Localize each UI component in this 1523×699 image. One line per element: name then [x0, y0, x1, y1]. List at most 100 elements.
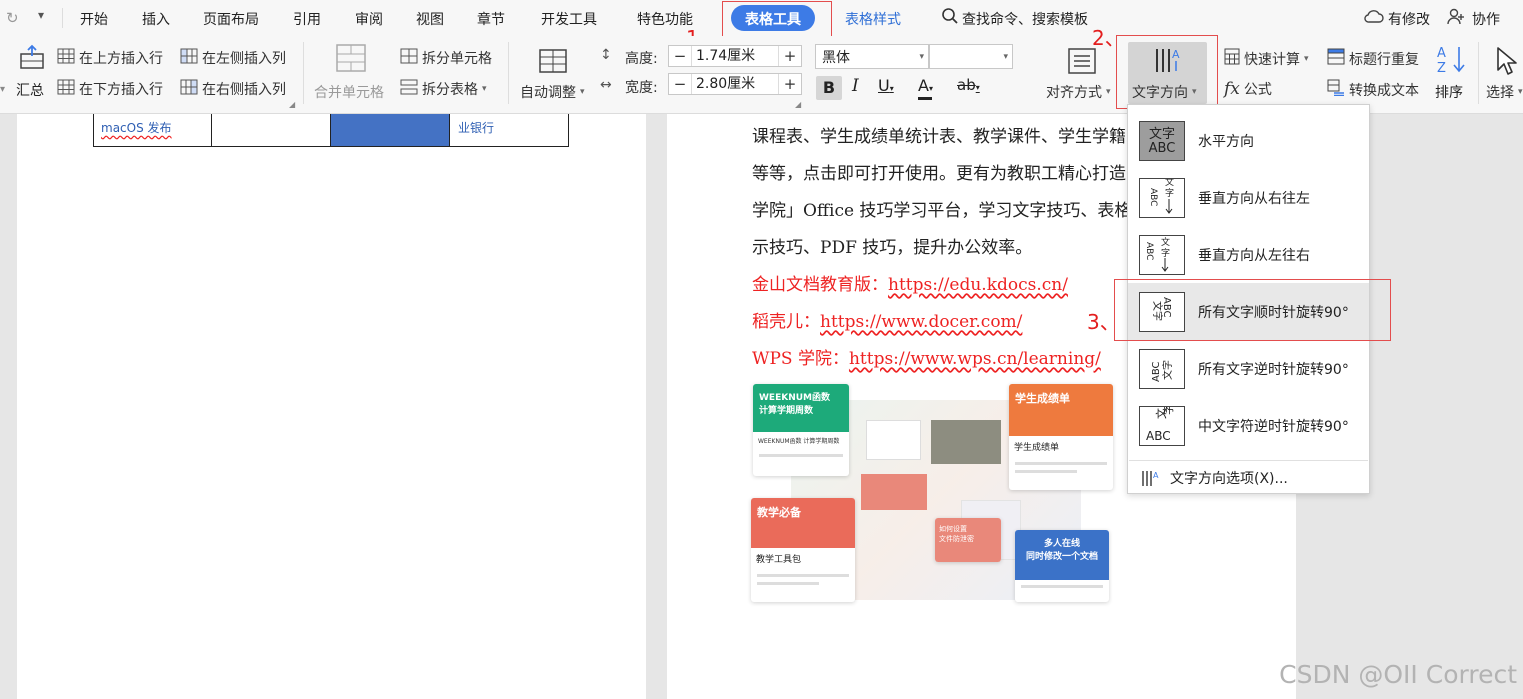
align-button[interactable]: 对齐方式 ▾	[1044, 44, 1118, 102]
horizontal-text-icon: 文字 ABC	[1139, 120, 1185, 161]
width-decrease-button[interactable]: −	[669, 75, 691, 93]
table-cell[interactable]	[212, 114, 331, 146]
menu-item-label: 所有文字逆时针旋转90°	[1198, 361, 1349, 378]
table-cell-selected[interactable]	[331, 114, 450, 146]
formula-button[interactable]: fx 公式	[1224, 79, 1272, 99]
link-url[interactable]: https://www.docer.com/	[820, 312, 1022, 332]
insert-col-left-button[interactable]: 在左侧插入列	[180, 48, 286, 68]
link-label: WPS 学院：	[752, 349, 849, 369]
table-cell-text: macOS 发布	[101, 121, 172, 135]
tab-developer[interactable]: 开发工具	[541, 9, 597, 29]
width-spinner[interactable]: − 2.80厘米 +	[668, 73, 802, 95]
highlight-button[interactable]: ab▾	[957, 76, 980, 94]
tab-home[interactable]: 开始	[80, 9, 108, 29]
tab-review[interactable]: 审阅	[355, 9, 383, 29]
table-cell[interactable]: 业银行	[450, 114, 569, 146]
rotate-ccw-icon: ABC 文字	[1139, 348, 1185, 389]
template-card: WEEKNUM函数 计算学期周数 WEEKNUM函数 计算学期周数	[753, 384, 849, 476]
menu-item-rotate-ccw[interactable]: ABC 文字 所有文字逆时针旋转90°	[1128, 340, 1369, 397]
modified-status[interactable]: 有修改	[1388, 9, 1430, 29]
chevron-down-icon[interactable]: ▾	[38, 8, 44, 22]
menu-item-cjk-rotate-ccw[interactable]: 文字 ABC 中文字符逆时针旋转90°	[1128, 397, 1369, 454]
font-name-select[interactable]: 黑体 ▾	[815, 44, 929, 69]
menu-item-text-direction-options[interactable]: A 文字方向选项(X)...	[1128, 462, 1369, 494]
width-input[interactable]: 2.80厘米	[691, 74, 779, 94]
collage-center-block	[931, 420, 1001, 464]
search-icon[interactable]	[941, 7, 959, 29]
insert-row-above-button[interactable]: 在上方插入行	[57, 48, 163, 68]
height-increase-button[interactable]: +	[779, 47, 801, 65]
menu-item-vertical-rtl[interactable]: ABC 文字 垂直方向从右往左	[1128, 169, 1369, 226]
chevron-down-icon: ▾	[482, 84, 487, 94]
svg-text:字: 字	[1161, 407, 1175, 415]
insert-col-right-button[interactable]: 在右侧插入列	[180, 79, 286, 99]
redo-icon[interactable]: ↻	[6, 9, 19, 27]
template-card-subtitle: 学生成绩单	[1014, 443, 1060, 453]
body-text-line: 课程表、学生成绩单统计表、教学课件、学生学籍	[752, 127, 1126, 147]
cursor-arrow-icon	[1495, 46, 1519, 80]
menu-item-label: 中文字符逆时针旋转90°	[1198, 418, 1349, 435]
collage-center-block	[861, 474, 927, 510]
vertical-rtl-icon: ABC 文字	[1139, 177, 1185, 218]
chevron-down-icon: ▾	[1106, 87, 1111, 97]
tab-chapter[interactable]: 章节	[477, 9, 505, 29]
link-url[interactable]: https://www.wps.cn/learning/	[849, 349, 1101, 369]
height-decrease-button[interactable]: −	[669, 47, 691, 65]
annotation-step3: 3、	[1087, 310, 1120, 334]
template-card-title: 如何设置 文件防泄密	[935, 518, 1001, 562]
select-button[interactable]: 选择 ▾	[1485, 44, 1523, 102]
merge-cells-icon	[336, 44, 366, 76]
annotation-box-table-tools	[722, 1, 832, 41]
search-commands[interactable]: 查找命令、搜索模板	[962, 9, 1088, 29]
insert-row-below-button[interactable]: 在下方插入行	[57, 79, 163, 99]
font-color-button[interactable]: A▾	[918, 76, 933, 95]
svg-text:A: A	[1153, 471, 1159, 480]
body-text-line: 等等，点击即可打开使用。更有为教职工精心打造	[752, 164, 1126, 184]
tab-table-style[interactable]: 表格样式	[845, 9, 901, 29]
summary-button[interactable]: 汇总	[14, 42, 50, 102]
table-row: macOS 发布 业银行	[93, 114, 569, 147]
menu-item-vertical-ltr[interactable]: ABC 文字 垂直方向从左往右	[1128, 226, 1369, 283]
tab-special-features[interactable]: 特色功能	[637, 9, 693, 29]
table-cell[interactable]: macOS 发布	[94, 114, 212, 146]
template-card-subtitle: 教学工具包	[756, 555, 802, 565]
merge-cells-button[interactable]: 合并单元格	[314, 44, 392, 102]
chevron-down-icon: ▾	[975, 83, 980, 92]
link-url[interactable]: https://edu.kdocs.cn/	[888, 275, 1068, 295]
sort-button[interactable]: AZ 排序	[1433, 44, 1471, 102]
svg-text:字: 字	[1161, 247, 1170, 259]
tab-page-layout[interactable]: 页面布局	[203, 9, 259, 29]
font-size-select[interactable]: ▾	[929, 44, 1013, 69]
height-input[interactable]: 1.74厘米	[691, 46, 779, 66]
fx-icon: fx	[1224, 79, 1240, 99]
tab-references[interactable]: 引用	[293, 9, 321, 29]
svg-text:ABC: ABC	[1151, 361, 1162, 382]
template-card-title: 学生成绩单	[1009, 384, 1113, 436]
italic-button[interactable]: I	[852, 76, 859, 96]
width-increase-button[interactable]: +	[779, 75, 801, 93]
split-cells-button[interactable]: 拆分单元格	[400, 48, 492, 68]
svg-text:ABC: ABC	[1146, 429, 1171, 443]
group-expand-icon[interactable]: ◢	[795, 100, 801, 109]
convert-to-text-button[interactable]: 转换成文本	[1327, 79, 1419, 100]
sort-label: 排序	[1435, 85, 1463, 101]
autofit-label: 自动调整 ▾	[520, 82, 585, 102]
ribbon: ▾ 汇总 在上方插入行 在下方插入行 在左侧插入列 在右侧插入列 ◢ 合并单元格…	[0, 36, 1523, 114]
repeat-header-button[interactable]: 标题行重复	[1327, 48, 1419, 69]
split-table-button[interactable]: 拆分表格 ▾	[400, 79, 487, 99]
document-page-left[interactable]: macOS 发布 业银行	[17, 114, 646, 699]
add-user-icon[interactable]	[1447, 8, 1465, 30]
underline-button[interactable]: U▾	[878, 76, 894, 95]
height-spinner[interactable]: − 1.74厘米 +	[668, 45, 802, 67]
align-icon	[1068, 48, 1096, 78]
menu-item-horizontal[interactable]: 文字 ABC 水平方向	[1128, 112, 1369, 169]
autofit-button[interactable]: 自动调整 ▾	[518, 44, 592, 102]
cloud-icon	[1364, 8, 1384, 28]
bold-button[interactable]: B	[816, 76, 842, 100]
tab-view[interactable]: 视图	[416, 9, 444, 29]
tab-insert[interactable]: 插入	[142, 9, 170, 29]
collaborate-button[interactable]: 协作	[1472, 9, 1500, 29]
group-expand-icon[interactable]: ◢	[289, 100, 295, 109]
quick-calc-button[interactable]: 快速计算 ▾	[1224, 48, 1309, 69]
menu-item-label: 垂直方向从左往右	[1198, 247, 1310, 264]
